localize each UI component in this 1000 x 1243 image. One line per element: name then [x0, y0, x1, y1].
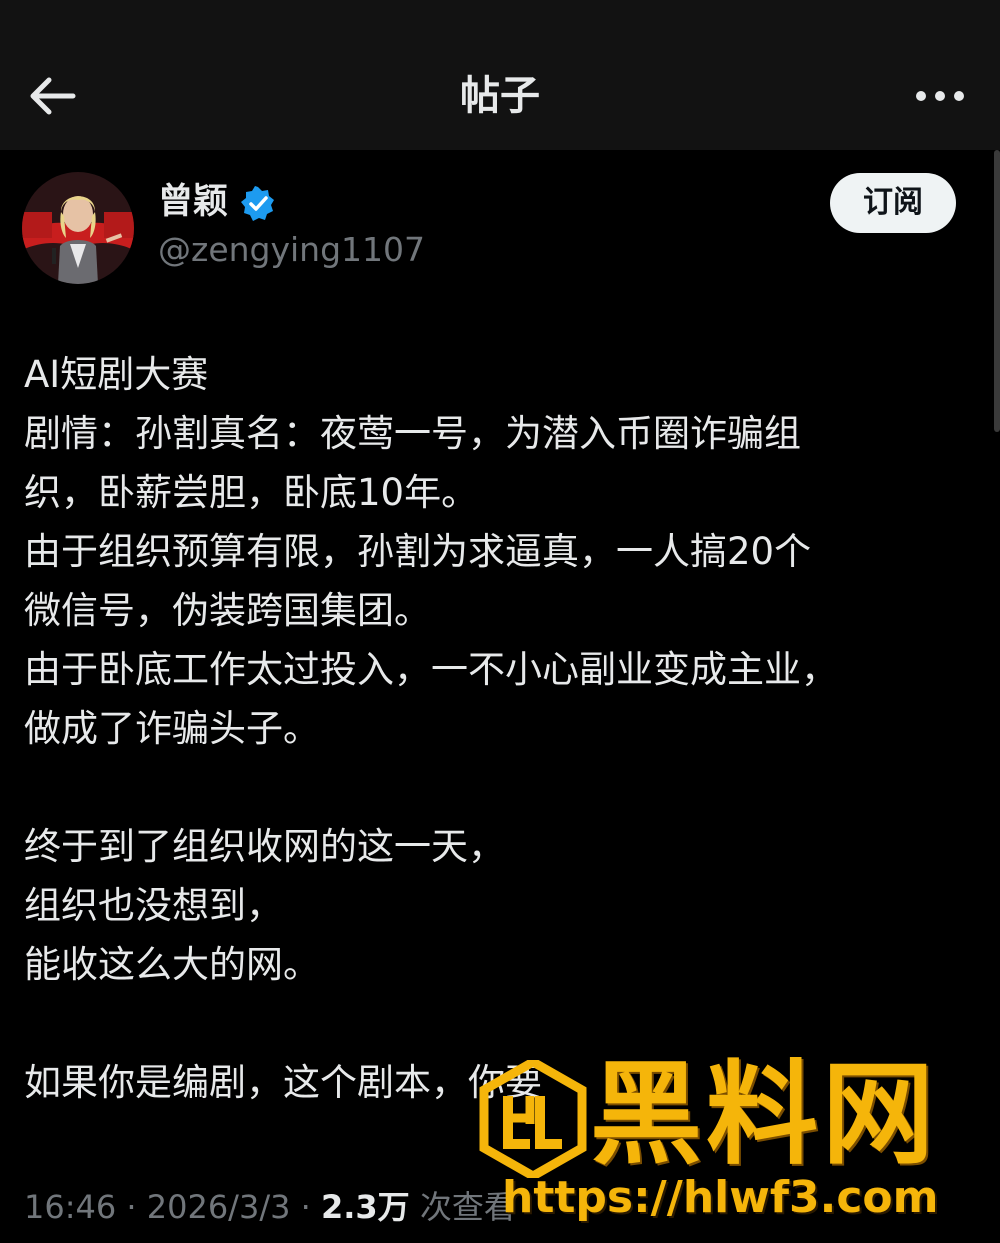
meta-separator: · — [300, 1188, 311, 1226]
post-line: 终于到了组织收网的这一天， — [24, 825, 505, 868]
post-text: AI短剧大赛 剧情：孙割真名：夜莺一号，为潜入币圈诈骗组 织，卧薪尝胆，卧底10… — [24, 345, 964, 1112]
watermark-title: 黑料网 — [590, 1050, 938, 1180]
post-line: 微信号，伪装跨国集团。 — [24, 589, 431, 632]
avatar[interactable] — [22, 172, 134, 284]
post-line: 组织也没想到， — [24, 884, 283, 927]
verified-badge-icon — [241, 186, 274, 221]
avatar-image — [22, 172, 134, 284]
post-line: 由于组织预算有限，孙割为求逼真，一人搞20个 — [24, 530, 812, 573]
page-title: 帖子 — [460, 73, 540, 119]
watermark: 黑料网 https://hlwf3.com — [478, 1050, 968, 1230]
watermark-url: https://hlwf3.com — [502, 1172, 939, 1223]
arrow-left-icon — [30, 77, 76, 115]
author-name[interactable]: 曾颖 — [158, 178, 228, 226]
author-handle[interactable]: @zengying1107 — [158, 226, 425, 274]
meta-separator: · — [126, 1188, 137, 1226]
more-options-button[interactable] — [910, 72, 970, 120]
post-time[interactable]: 16:46 — [24, 1188, 116, 1226]
top-bar: 帖子 — [0, 0, 1000, 150]
post-line: 织，卧薪尝胆，卧底10年。 — [24, 471, 479, 514]
post-line: 做成了诈骗头子。 — [24, 707, 320, 750]
post-line: AI短剧大赛 — [24, 353, 209, 396]
post-line-blank — [24, 758, 964, 817]
post-date[interactable]: 2026/3/3 — [147, 1188, 291, 1226]
more-horizontal-icon — [916, 91, 964, 101]
post-line: 能收这么大的网。 — [24, 943, 320, 986]
post-line: 由于卧底工作太过投入，一不小心副业变成主业， — [24, 648, 838, 691]
post-line-blank — [24, 994, 964, 1053]
post-line: 剧情：孙割真名：夜莺一号，为潜入币圈诈骗组 — [24, 412, 801, 455]
views-count[interactable]: 2.3万 — [321, 1188, 410, 1226]
scrollbar-thumb[interactable] — [994, 150, 1000, 432]
subscribe-button[interactable]: 订阅 — [830, 173, 956, 233]
back-button[interactable] — [22, 68, 82, 124]
watermark-logo-icon — [479, 1060, 587, 1178]
post-meta: 16:46 · 2026/3/3 · 2.3万 次查看 — [24, 1184, 516, 1230]
